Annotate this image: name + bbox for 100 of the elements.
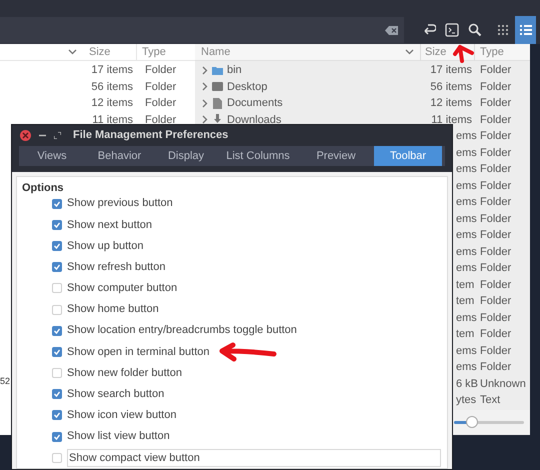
zoom-slider[interactable]: [454, 416, 524, 428]
column-header[interactable]: Size: [421, 44, 449, 60]
tab[interactable]: List Columns: [218, 146, 298, 166]
checkbox[interactable]: [52, 304, 62, 315]
size-text: 12 items: [90, 96, 133, 111]
tab[interactable]: Behavior: [85, 146, 154, 166]
size-text: ems: [456, 195, 478, 210]
file-name[interactable]: Downloads: [227, 112, 282, 128]
size-text: 6 kB: [456, 376, 479, 392]
size-text: tem: [456, 327, 476, 342]
checkbox[interactable]: [52, 240, 62, 251]
size-text: ems: [456, 178, 478, 194]
sort-chevron-icon[interactable]: [405, 49, 414, 55]
type-text: Unknown: [480, 376, 526, 392]
type-text: Folder: [480, 178, 512, 194]
tab[interactable]: Views: [19, 146, 85, 166]
checkbox-label[interactable]: Show computer button: [67, 280, 178, 297]
size-text: 56 items: [429, 80, 472, 94]
type-text: Folder: [480, 360, 512, 375]
size-text: 12 items: [429, 96, 472, 111]
checkbox-label[interactable]: Show new folder button: [67, 364, 182, 382]
type-text: Folder: [480, 195, 512, 210]
checkbox[interactable]: [52, 432, 62, 442]
type-text: Folder: [480, 80, 512, 94]
type-text: Text: [480, 393, 500, 408]
checkbox[interactable]: [52, 410, 62, 420]
type-text: Folder: [480, 261, 512, 276]
location-field[interactable]: [0, 17, 404, 43]
checkbox[interactable]: [52, 283, 62, 294]
checkbox-label[interactable]: Show up button: [67, 238, 144, 254]
column-header[interactable]: Type: [475, 44, 530, 60]
checkbox[interactable]: [52, 326, 62, 336]
annotation-arrow: [452, 44, 476, 63]
file-name[interactable]: Documents: [227, 95, 283, 112]
checkbox[interactable]: [52, 346, 62, 357]
checkbox[interactable]: [52, 198, 62, 209]
checkbox-label[interactable]: Show home button: [67, 301, 159, 318]
checkbox-label[interactable]: Show compact view button: [67, 448, 441, 468]
checkbox[interactable]: [52, 220, 62, 230]
size-text: ytes: [456, 393, 478, 408]
tab[interactable]: Display: [154, 146, 218, 166]
type-text: Folder: [480, 278, 512, 292]
clear-icon[interactable]: [385, 26, 398, 34]
column-header[interactable]: Type: [137, 44, 195, 60]
type-text: Folder: [145, 80, 176, 94]
tab[interactable]: Toolbar: [374, 146, 442, 166]
close-button[interactable]: [20, 130, 31, 141]
checkbox-label[interactable]: Show open in terminal button: [67, 344, 210, 360]
type-text: Folder: [480, 327, 512, 342]
checkbox[interactable]: [52, 452, 62, 463]
type-text: Folder: [480, 162, 512, 177]
size-text: ems: [456, 244, 478, 260]
maximize-icon[interactable]: [54, 132, 61, 139]
type-text: Folder: [480, 244, 512, 260]
file-name[interactable]: Desktop: [227, 78, 268, 95]
size-text: tem: [456, 278, 476, 292]
size-text: ems: [456, 212, 478, 226]
size-text: ems: [456, 261, 478, 276]
checkbox-label[interactable]: Show refresh button: [67, 258, 166, 276]
tab[interactable]: Preview: [298, 146, 374, 166]
list-view-icon[interactable]: [515, 16, 536, 44]
size-text: ems: [456, 228, 478, 243]
checkbox[interactable]: [52, 368, 62, 378]
checkbox[interactable]: [52, 389, 62, 400]
checkbox-label[interactable]: Show list view button: [67, 428, 170, 445]
dialog-title: File Management Preferences: [73, 128, 228, 144]
type-text: Folder: [480, 344, 512, 358]
type-text: Folder: [480, 212, 512, 226]
type-text: Folder: [480, 228, 512, 243]
size-text: ems: [456, 344, 478, 358]
size-text: ems: [456, 310, 478, 326]
slider-thumb[interactable]: [466, 416, 478, 428]
column-header[interactable]: Size: [85, 44, 137, 60]
size-text: ems: [456, 146, 478, 160]
document-icon: [211, 96, 224, 110]
minimize-icon[interactable]: [39, 134, 46, 137]
checkbox-label[interactable]: Show previous button: [67, 195, 173, 212]
sort-chevron-icon[interactable]: [68, 49, 77, 55]
type-text: Folder: [480, 310, 512, 326]
type-text: Folder: [480, 112, 512, 128]
checkbox-label[interactable]: Show next button: [67, 216, 152, 234]
size-text: ems: [456, 129, 478, 144]
size-text: ems: [456, 162, 478, 177]
type-text: Folder: [480, 146, 512, 160]
size-text: 11 items: [430, 112, 472, 128]
size-text: 17 items: [429, 63, 472, 78]
checkbox[interactable]: [52, 262, 62, 272]
type-text: Folder: [145, 63, 176, 78]
size-text: 56 items: [90, 80, 133, 94]
section-heading: Options: [22, 181, 65, 193]
checkbox-label[interactable]: Show icon view button: [67, 407, 176, 424]
type-text: Folder: [145, 112, 176, 128]
size-text: 52: [0, 375, 10, 388]
column-header[interactable]: Name: [201, 44, 230, 60]
size-text: ems: [456, 360, 478, 375]
desktop-icon: [211, 80, 224, 94]
file-name[interactable]: bin: [227, 62, 242, 78]
checkbox-label[interactable]: Show search button: [67, 386, 164, 403]
checkbox-label[interactable]: Show location entry/breadcrumbs toggle button: [67, 322, 297, 339]
type-text: Folder: [480, 129, 512, 144]
